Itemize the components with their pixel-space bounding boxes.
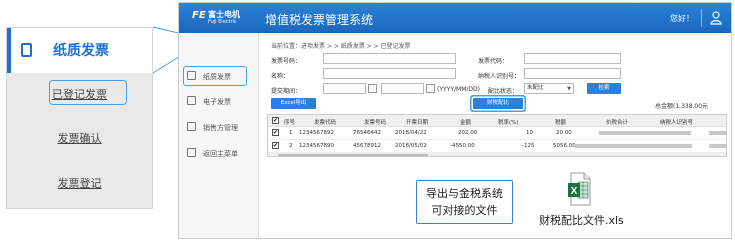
name-input[interactable] xyxy=(323,68,456,79)
logo-mark: FE xyxy=(192,10,206,21)
table-row[interactable]: ✔ 1 1234567892 76546442 2018/04/22 202.0… xyxy=(268,127,726,140)
cell-no: 2 xyxy=(289,143,293,149)
match-status-value: 未配比 xyxy=(527,85,544,91)
sidebar-item-label: 销售方管理 xyxy=(203,124,238,132)
active-indicator xyxy=(7,28,11,73)
invoice-no-label: 发票号码： xyxy=(271,58,302,65)
submit-period-label: 提交期间： xyxy=(271,88,302,95)
app-header: FE 富士电机 Fuji Electric 增值税发票管理系统 您好！ xyxy=(179,3,731,33)
col-header-code: 发票代码 xyxy=(314,120,337,126)
sidebar-item-label: 纸质发票 xyxy=(203,73,231,81)
blurred-cell xyxy=(709,144,726,148)
select-all-checkbox[interactable]: ✔ xyxy=(272,117,279,124)
total-amount: 总金额(1,338.00元 xyxy=(655,103,709,110)
header-divider xyxy=(701,9,702,27)
col-header-rate: 税率(%) xyxy=(498,120,519,126)
table-header: ✔ 序号 发票代码 发票号码 开票日期 金额 税率(%) 税额 价税合计 纳税人… xyxy=(268,115,726,127)
date-format-hint: (YYYY/MM/DD) xyxy=(437,86,480,93)
cell-tax: 20.00 xyxy=(556,130,572,136)
cell-amount: -4550.00 xyxy=(450,143,475,149)
row-checkbox[interactable]: ✔ xyxy=(272,129,279,136)
sidebar-item-back-to-menu[interactable]: 返回主菜单 xyxy=(179,143,259,163)
taxpayer-id-input[interactable] xyxy=(524,68,621,79)
callout-line-2: 可对接的文件 xyxy=(431,204,498,217)
paper-invoice-menu[interactable]: 纸质发票 xyxy=(7,28,152,73)
cell-tax: 5056.00 xyxy=(553,143,576,149)
blurred-cell xyxy=(599,131,691,135)
excel-file-icon: X xyxy=(568,172,591,206)
match-status-label: 配比状态： xyxy=(488,88,519,95)
paper-invoice-title: 纸质发票 xyxy=(53,43,109,59)
invoice-register-link[interactable]: 发票登记 xyxy=(7,175,152,191)
zoomed-sidebar-panel: 纸质发票 已登记发票 发票确认 发票登记 xyxy=(6,27,153,209)
search-button[interactable]: 检索 xyxy=(587,83,621,94)
logo-en-text: Fuji Electric xyxy=(208,19,237,25)
export-callout: 导出与金税系统 可对接的文件 xyxy=(416,180,513,224)
calendar-icon[interactable] xyxy=(368,84,377,93)
excel-export-button[interactable]: Excel导出 xyxy=(271,98,316,109)
blurred-cell xyxy=(709,131,726,135)
cell-rate: 10 xyxy=(526,130,533,136)
screenshot-root: 纸质发票 已登记发票 发票确认 发票登记 FE 富士电机 Fuji Electr… xyxy=(0,0,735,242)
sidebar-item-seller-management[interactable]: 销售方管理 xyxy=(179,117,259,137)
cell-rate: -125 xyxy=(522,143,535,149)
row-checkbox[interactable]: ✔ xyxy=(272,142,279,149)
cell-amount: 202.00 xyxy=(458,130,478,136)
tax-match-button[interactable]: 财税配比 xyxy=(473,98,523,109)
sidebar-item-e-invoice[interactable]: 电子发票 xyxy=(179,91,259,111)
table-row[interactable]: ✔ 2 1234567890 45678912 2018/05/02 -4550… xyxy=(268,140,726,153)
sidebar-item-paper-invoice[interactable]: 纸质发票 xyxy=(179,66,259,86)
col-header-amount: 金额 xyxy=(460,120,472,126)
col-header-number: 发票号码 xyxy=(364,120,387,126)
invoice-code-label: 发票代码： xyxy=(478,58,509,65)
sidebar-item-label: 返回主菜单 xyxy=(203,150,238,158)
breadcrumb: 当前位置：进项发票 > > 纸质发票 > > 已登记发票 xyxy=(271,43,411,50)
callout-line-1: 导出与金税系统 xyxy=(426,187,503,200)
system-title: 增值税发票管理系统 xyxy=(265,13,374,27)
registered-invoice-link[interactable]: 已登记发票 xyxy=(7,86,152,102)
document-icon xyxy=(21,43,32,57)
clipboard-icon xyxy=(187,122,196,131)
cell-date: 2018/05/02 xyxy=(395,143,427,149)
cell-date: 2018/04/22 xyxy=(395,130,427,136)
sidebar-item-label: 电子发票 xyxy=(203,98,231,106)
greeting-text: 您好！ xyxy=(670,14,694,23)
cell-number: 76546442 xyxy=(353,130,381,136)
cell-code: 1234567892 xyxy=(299,130,334,136)
excel-letter: X xyxy=(571,186,578,197)
invoice-table: ✔ 序号 发票代码 发票号码 开票日期 金额 税率(%) 税额 价税合计 纳税人… xyxy=(267,114,727,157)
col-header-tax: 税额 xyxy=(555,120,567,126)
period-end-input[interactable] xyxy=(381,83,424,94)
invoice-code-input[interactable] xyxy=(524,53,621,64)
image-icon xyxy=(187,96,196,105)
invoice-confirm-link[interactable]: 发票确认 xyxy=(7,130,152,146)
match-status-select[interactable]: 未配比 ▼ xyxy=(524,83,574,94)
cell-number: 45678912 xyxy=(353,143,381,149)
cell-code: 1234567890 xyxy=(299,143,334,149)
name-label: 名称： xyxy=(271,73,290,80)
blurred-cell xyxy=(574,144,692,148)
file-name-label: 财税配比文件.xls xyxy=(539,214,624,227)
col-header-total: 价税合计 xyxy=(606,120,629,126)
invoice-no-input[interactable] xyxy=(323,53,456,64)
user-icon[interactable] xyxy=(710,11,722,25)
scrollbar-thumb[interactable] xyxy=(278,154,428,156)
chevron-down-icon: ▼ xyxy=(567,86,571,92)
col-header-no: 序号 xyxy=(284,120,296,126)
taxpayer-id-label: 纳税人识别号： xyxy=(478,73,521,80)
calendar-icon[interactable] xyxy=(426,84,435,93)
col-header-date: 开票日期 xyxy=(406,120,429,126)
home-icon xyxy=(187,148,196,157)
horizontal-scrollbar[interactable] xyxy=(268,153,726,156)
period-start-input[interactable] xyxy=(323,83,366,94)
col-header-taxpayer-id: 纳税人识别号 xyxy=(660,120,694,126)
app-sidebar: 纸质发票 电子发票 销售方管理 返回主菜单 xyxy=(179,33,259,238)
document-icon xyxy=(187,71,196,80)
cell-no: 1 xyxy=(289,130,293,136)
